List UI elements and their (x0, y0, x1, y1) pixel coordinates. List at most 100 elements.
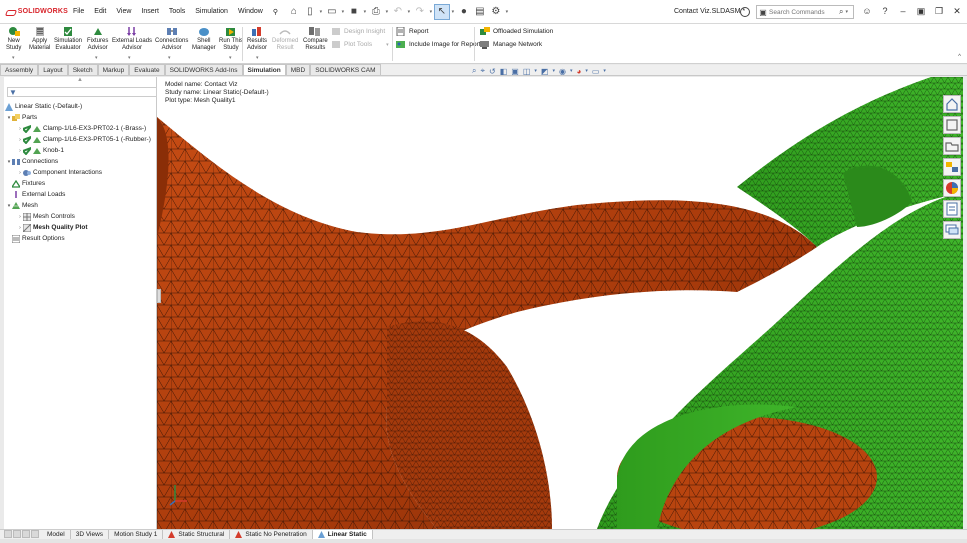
menu-window[interactable]: Window (233, 8, 268, 15)
tree-fixtures[interactable]: Fixtures (4, 178, 157, 189)
new-study-button[interactable]: New Study (6, 26, 21, 52)
connections-advisor-button[interactable]: Connections Advisor (155, 26, 188, 52)
solidworks-logo[interactable]: SOLIDWORKS (0, 7, 68, 17)
tab-markup[interactable]: Markup (97, 64, 130, 75)
view-orientation-icon[interactable]: ◫ (523, 67, 531, 76)
tab-3d-views[interactable]: 3D Views (71, 529, 110, 540)
tree-mesh-quality-plot[interactable]: › Mesh Quality Plot (4, 222, 157, 233)
hide-show-icon[interactable]: ◉ (559, 67, 566, 76)
shell-manager-button[interactable]: Shell Manager (192, 26, 216, 52)
print-icon[interactable]: ⎙ (368, 4, 384, 20)
deformed-result-button[interactable]: Deformed Result (272, 26, 298, 52)
first-tab-icon[interactable] (4, 530, 12, 538)
simulation-evaluator-button[interactable]: Simulation Evaluator (54, 26, 82, 52)
design-library-icon[interactable] (943, 116, 961, 134)
previous-view-icon[interactable]: ↺ (489, 67, 496, 76)
file-explorer-icon[interactable] (943, 137, 961, 155)
tab-linear-static[interactable]: Linear Static (312, 529, 373, 540)
tree-part-knob[interactable]: › Knob-1 (4, 145, 157, 156)
help-icon[interactable]: ? (879, 5, 891, 17)
tree-grip[interactable]: ▲ (4, 77, 156, 86)
home-icon[interactable]: ⌂ (286, 4, 302, 20)
tab-sketch[interactable]: Sketch (67, 64, 98, 75)
account-icon[interactable]: ☺ (861, 5, 873, 17)
tree-mesh[interactable]: ▾ Mesh (4, 200, 157, 211)
tree-connections[interactable]: ▾ Connections (4, 156, 157, 167)
zoom-fit-icon[interactable]: ⌕ (472, 66, 476, 76)
graphics-area[interactable]: Model name: Contact Viz Study name: Line… (157, 77, 963, 529)
display-style-icon[interactable]: ◩ (541, 67, 549, 76)
tab-static-no-penetration[interactable]: Static No Penetration (230, 529, 313, 540)
redo-icon[interactable]: ↷ (412, 4, 428, 20)
tab-motion-study[interactable]: Motion Study 1 (109, 529, 164, 540)
prev-tab-icon[interactable] (13, 530, 21, 538)
tab-layout[interactable]: Layout (38, 64, 68, 75)
appearances-icon[interactable] (943, 179, 961, 197)
tab-simulation[interactable]: Simulation (242, 64, 286, 75)
home-tab-icon[interactable] (943, 95, 961, 113)
offloaded-simulation-button[interactable]: Offloaded Simulation (480, 27, 553, 36)
menu-edit[interactable]: Edit (89, 8, 111, 15)
search-icon[interactable]: ⌕ (839, 7, 843, 17)
mesh-model[interactable] (157, 77, 963, 529)
minimize-icon[interactable]: – (897, 5, 909, 17)
menu-simulation[interactable]: Simulation (190, 8, 233, 15)
forum-icon[interactable] (943, 221, 961, 239)
collapse-ribbon-icon[interactable]: ^ (958, 54, 961, 60)
tab-static-structural[interactable]: Static Structural (163, 529, 231, 540)
run-this-study-button[interactable]: Run This Study (219, 26, 243, 52)
zoom-area-icon[interactable]: ⌖ (480, 66, 485, 76)
tile-icon[interactable]: ▣ (915, 5, 927, 17)
collapse-panel-handle[interactable] (157, 289, 161, 303)
save-icon[interactable]: ■ (346, 4, 362, 20)
search-commands[interactable]: ▣ ⌕ ▾ (756, 5, 854, 19)
next-tab-icon[interactable] (22, 530, 30, 538)
tab-mbd[interactable]: MBD (285, 64, 311, 75)
select-icon[interactable]: ↖ (433, 3, 450, 20)
undo-icon[interactable]: ↶ (390, 4, 406, 20)
tab-addins[interactable]: SOLIDWORKS Add-Ins (164, 64, 243, 75)
view-palette-icon[interactable] (943, 158, 961, 176)
manage-network-button[interactable]: Manage Network (480, 40, 542, 49)
menu-file[interactable]: File (68, 8, 89, 15)
tree-component-interactions[interactable]: › Component Interactions (4, 167, 157, 178)
tree-part-brass[interactable]: › Clamp-1/L6-EX3-PRT02-1 (-Brass-) (4, 123, 157, 134)
section-view-icon[interactable]: ◧ (500, 67, 508, 76)
search-scope-icon[interactable]: ▣ (757, 6, 769, 18)
plot-tools-button[interactable]: Plot Tools ▾ (331, 40, 389, 49)
apply-material-button[interactable]: Apply Material (29, 26, 50, 52)
menu-tools[interactable]: Tools (164, 8, 190, 15)
edit-appearance-icon[interactable]: ◕ (576, 67, 581, 76)
report-button[interactable]: Report (396, 26, 429, 37)
file-properties-icon[interactable]: ▤ (472, 4, 488, 20)
open-icon[interactable]: ▭ (324, 4, 340, 20)
custom-properties-icon[interactable] (943, 200, 961, 218)
last-tab-icon[interactable] (31, 530, 39, 538)
compare-results-button[interactable]: Compare Results (303, 26, 328, 52)
tree-result-options[interactable]: Result Options (4, 233, 157, 244)
results-advisor-button[interactable]: Results Advisor (247, 26, 267, 52)
tab-navigation[interactable] (4, 530, 42, 539)
traffic-light-icon[interactable]: ● (456, 4, 472, 20)
tab-evaluate[interactable]: Evaluate (129, 64, 165, 75)
menu-insert[interactable]: Insert (136, 8, 164, 15)
tab-assembly[interactable]: Assembly (0, 64, 39, 75)
include-image-button[interactable]: Include Image for Report (396, 40, 481, 49)
tab-model[interactable]: Model (42, 529, 71, 540)
menu-view[interactable]: View (111, 8, 136, 15)
dynamic-annotation-icon[interactable]: ▣ (511, 67, 519, 76)
pin-icon[interactable]: ⚲ (268, 8, 278, 16)
tree-root[interactable]: Linear Static (-Default-) (4, 101, 157, 112)
apply-scene-icon[interactable]: ▭ (592, 67, 600, 76)
tree-filter[interactable]: ▼ (7, 87, 157, 97)
search-dropdown-icon[interactable]: ▾ (845, 9, 848, 15)
tree-parts[interactable]: ▾ Parts (4, 112, 157, 123)
user-icon[interactable] (740, 7, 750, 17)
tab-cam[interactable]: SOLIDWORKS CAM (310, 64, 381, 75)
tree-mesh-controls[interactable]: › Mesh Controls (4, 211, 157, 222)
close-icon[interactable]: ✕ (951, 5, 963, 17)
options-dropdown-icon[interactable]: ▾ (504, 9, 510, 15)
options-gear-icon[interactable]: ⚙ (488, 4, 504, 20)
tree-external-loads[interactable]: External Loads (4, 189, 157, 200)
design-insight-button[interactable]: Design Insight (331, 27, 385, 36)
